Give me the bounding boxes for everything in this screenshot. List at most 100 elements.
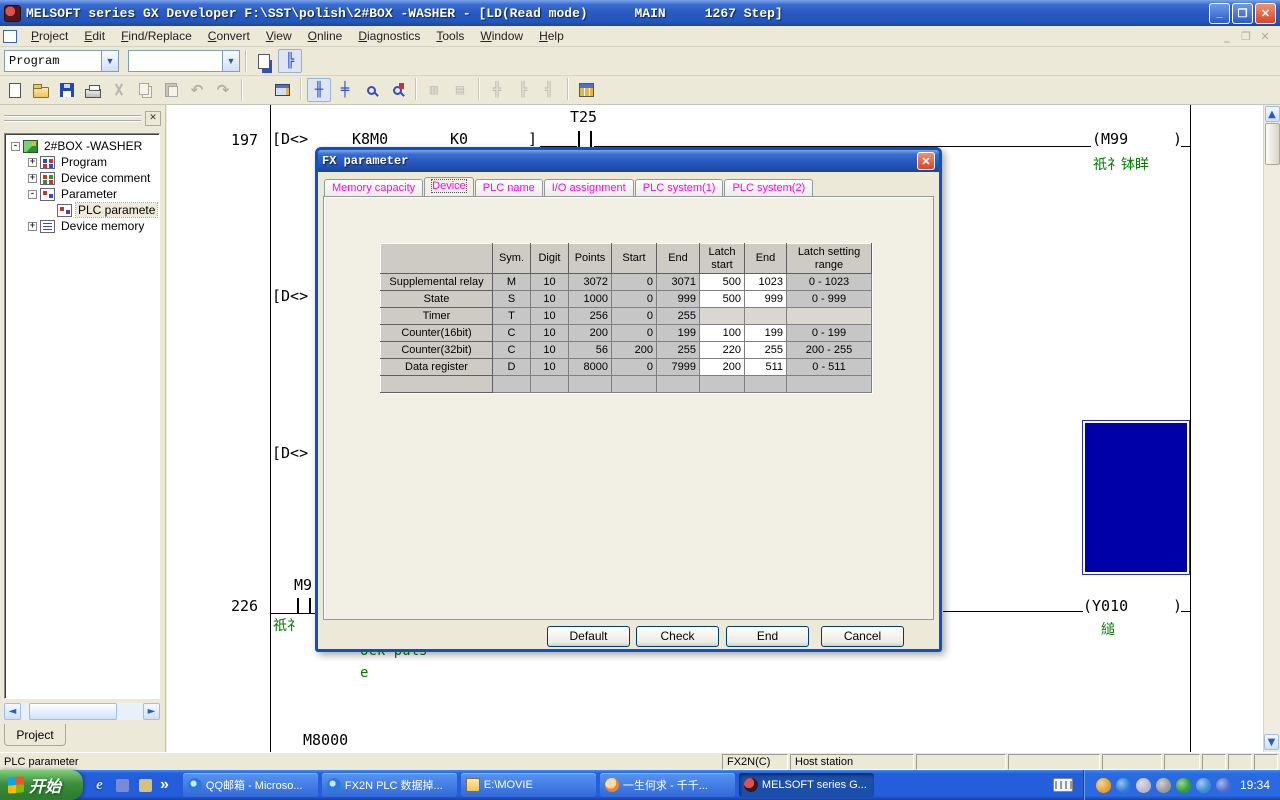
task-[interactable]: 一生何求 - 千千... (600, 773, 735, 797)
restore-button[interactable]: ❐ (1232, 3, 1253, 24)
task-fx2n-plc[interactable]: FX2N PLC 数据掉... (322, 773, 457, 797)
expand-icon[interactable]: + (28, 174, 37, 183)
tree-item-device-comment[interactable]: +Device comment (7, 170, 159, 186)
start-button[interactable]: 开始 (0, 770, 83, 800)
scroll-track[interactable] (21, 703, 143, 720)
latch-value-cell[interactable]: 999 (745, 291, 787, 308)
mdi-close-icon[interactable]: ✕ (1257, 30, 1273, 43)
chevron-down-icon[interactable]: ▼ (101, 51, 118, 71)
io-system-setting-icon[interactable] (574, 78, 598, 102)
tree-horizontal-scrollbar[interactable]: ◄ ► (4, 703, 160, 720)
find-device-icon[interactable] (359, 78, 383, 102)
qq-tray-icon[interactable] (1096, 778, 1111, 793)
menu-convert[interactable]: Convert (200, 27, 258, 45)
tab-plc-system-2[interactable]: PLC system(2) (724, 179, 813, 197)
column-header-end: End (745, 244, 787, 274)
task-e-movie[interactable]: E:\MOVIE (461, 773, 596, 797)
latch-value-cell[interactable]: 500 (700, 274, 745, 291)
rung-wire (1181, 146, 1190, 147)
close-button[interactable]: ✕ (1255, 3, 1276, 24)
tab-plc-system-1[interactable]: PLC system(1) (635, 179, 724, 197)
menu-edit[interactable]: Edit (76, 27, 113, 45)
keyboard-layout-icon[interactable] (1053, 778, 1073, 792)
internet-explorer-icon[interactable]: e (91, 777, 108, 794)
project-panel-tab[interactable]: Project (4, 724, 66, 746)
latch-value-cell[interactable]: 100 (700, 325, 745, 342)
menu-window[interactable]: Window (472, 27, 531, 45)
tree-item-program[interactable]: +Program (7, 154, 159, 170)
latch-value-cell[interactable]: 199 (745, 325, 787, 342)
scroll-down-icon[interactable]: ▼ (1264, 734, 1279, 750)
menu-online[interactable]: Online (300, 27, 351, 45)
scroll-thumb[interactable] (29, 703, 117, 720)
tab-memory-capacity[interactable]: Memory capacity (324, 179, 423, 197)
tree-item-device-memory[interactable]: +Device memory (7, 218, 159, 234)
print-icon[interactable] (81, 78, 105, 102)
latch-value-cell[interactable]: 500 (700, 291, 745, 308)
editor-vertical-scrollbar[interactable]: ▲ ▼ (1263, 105, 1280, 752)
save-project-icon[interactable] (55, 78, 79, 102)
expand-icon[interactable]: + (28, 158, 37, 167)
panel-close-icon[interactable]: ✕ (145, 111, 161, 126)
project-tree-toggle-icon[interactable]: ╠ (278, 49, 302, 73)
latch-value-cell[interactable]: 220 (700, 342, 745, 359)
scroll-right-icon[interactable]: ► (143, 703, 160, 720)
scroll-up-icon[interactable]: ▲ (1265, 106, 1280, 122)
ladder-monitor-icon[interactable] (270, 78, 294, 102)
messenger-icon[interactable] (114, 777, 131, 794)
latch-value-cell[interactable]: 1023 (745, 274, 787, 291)
quick-launch-overflow-icon[interactable]: » (160, 776, 169, 794)
network-tray-icon[interactable] (1196, 778, 1211, 793)
firewall-tray-icon[interactable] (1216, 778, 1231, 793)
tree-item-2-box-washer[interactable]: -2#BOX -WASHER (7, 138, 159, 154)
default-button[interactable]: Default (547, 626, 630, 647)
latch-value-cell[interactable]: 511 (745, 359, 787, 376)
scroll-thumb[interactable] (1265, 123, 1280, 165)
new-file-icon[interactable] (3, 78, 27, 102)
value-cell (700, 308, 745, 325)
expand-icon[interactable]: + (28, 222, 37, 231)
menu-diagnostics[interactable]: Diagnostics (350, 27, 428, 45)
mdi-child-icon[interactable] (3, 30, 17, 43)
task-qq-microso[interactable]: QQ邮箱 - Microso... (183, 773, 318, 797)
mdi-restore-icon[interactable]: ❐ (1238, 30, 1254, 43)
menu-view[interactable]: View (258, 27, 300, 45)
collapse-icon[interactable]: - (11, 142, 20, 151)
latch-value-cell[interactable]: 200 (700, 359, 745, 376)
project-data-list-icon[interactable] (252, 49, 276, 73)
minimize-button[interactable]: _ (1209, 3, 1230, 24)
find-instruction-icon[interactable] (385, 78, 409, 102)
open-project-icon[interactable] (29, 78, 53, 102)
dialog-titlebar[interactable]: FX parameter ✕ (318, 150, 939, 172)
chevron-down-icon[interactable]: ▼ (222, 51, 239, 71)
menu-help[interactable]: Help (531, 27, 572, 45)
outlook-icon[interactable] (137, 777, 154, 794)
tree-item-parameter[interactable]: -Parameter (7, 186, 159, 202)
mdi-minimize-icon[interactable]: _ (1219, 30, 1235, 43)
umbrella-tray-icon[interactable] (1176, 778, 1191, 793)
collapse-icon[interactable]: - (28, 190, 37, 199)
panel-gripper[interactable] (4, 115, 141, 122)
tab-device[interactable]: Device (424, 177, 474, 197)
read-mode-icon[interactable]: ╫ (307, 78, 331, 102)
write-mode-icon[interactable]: ╪ (333, 78, 357, 102)
tab-plc-name[interactable]: PLC name (475, 179, 543, 197)
device-search-combo[interactable]: ▼ (128, 50, 240, 72)
menu-tools[interactable]: Tools (428, 27, 472, 45)
cancel-button[interactable]: Cancel (821, 626, 904, 647)
end-button[interactable]: End (726, 626, 809, 647)
latch-value-cell[interactable]: 255 (745, 342, 787, 359)
dialog-close-icon[interactable]: ✕ (917, 152, 935, 170)
scroll-left-icon[interactable]: ◄ (4, 703, 21, 720)
pen-tray-icon[interactable] (1136, 778, 1151, 793)
task-melsoft-series-g[interactable]: MELSOFT series G... (739, 773, 874, 797)
arrow-tray-icon[interactable] (1116, 778, 1131, 793)
volume-tray-icon[interactable] (1156, 778, 1171, 793)
edit-cursor-cell[interactable] (1082, 420, 1190, 575)
program-select-combo[interactable]: Program ▼ (4, 50, 119, 72)
tab-i-o-assignment[interactable]: I/O assignment (544, 179, 634, 197)
menu-find-replace[interactable]: Find/Replace (113, 27, 200, 45)
check-button[interactable]: Check (636, 626, 719, 647)
tree-item-plc-paramete[interactable]: PLC paramete (7, 202, 159, 218)
menu-project[interactable]: Project (23, 27, 76, 45)
